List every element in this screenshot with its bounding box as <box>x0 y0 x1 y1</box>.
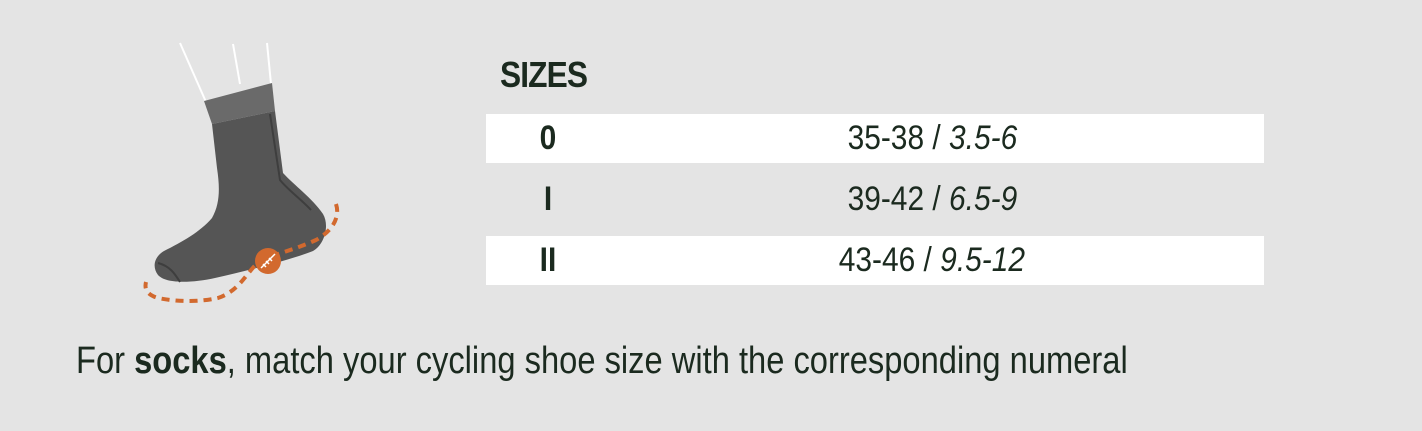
size-row-2: II 43-46 / 9.5-12 <box>486 236 1264 285</box>
size-us: 9.5-12 <box>940 241 1026 279</box>
sizes-title: SIZES <box>500 54 588 95</box>
footnote-prefix: For <box>76 340 135 382</box>
size-row-1: I 39-42 / 6.5-9 <box>486 175 1264 224</box>
size-range: 39-42 / 6.5-9 <box>698 180 1166 219</box>
size-separator: / <box>923 180 949 218</box>
size-eu: 35-38 <box>847 119 924 157</box>
size-separator: / <box>915 241 941 279</box>
size-us: 6.5-9 <box>948 180 1017 218</box>
size-separator: / <box>923 119 949 157</box>
size-range: 35-38 / 3.5-6 <box>698 119 1166 158</box>
size-row-0: 0 35-38 / 3.5-6 <box>486 114 1264 163</box>
size-us: 3.5-6 <box>948 119 1017 157</box>
size-code: II <box>539 241 557 279</box>
size-eu: 43-46 <box>838 241 916 279</box>
footnote-emphasis: socks <box>134 340 227 382</box>
size-code: I <box>543 180 553 218</box>
size-eu: 39-42 <box>847 180 924 218</box>
size-table: 0 35-38 / 3.5-6 I 39-42 / 6.5-9 II 43-46… <box>486 114 1264 297</box>
footnote-suffix: , match your cycling shoe size with the … <box>226 340 1128 382</box>
size-code: 0 <box>539 119 557 157</box>
sizing-footnote: For socks, match your cycling shoe size … <box>76 340 1128 383</box>
sock-measure-icon <box>130 38 360 308</box>
size-range: 43-46 / 9.5-12 <box>698 241 1166 280</box>
